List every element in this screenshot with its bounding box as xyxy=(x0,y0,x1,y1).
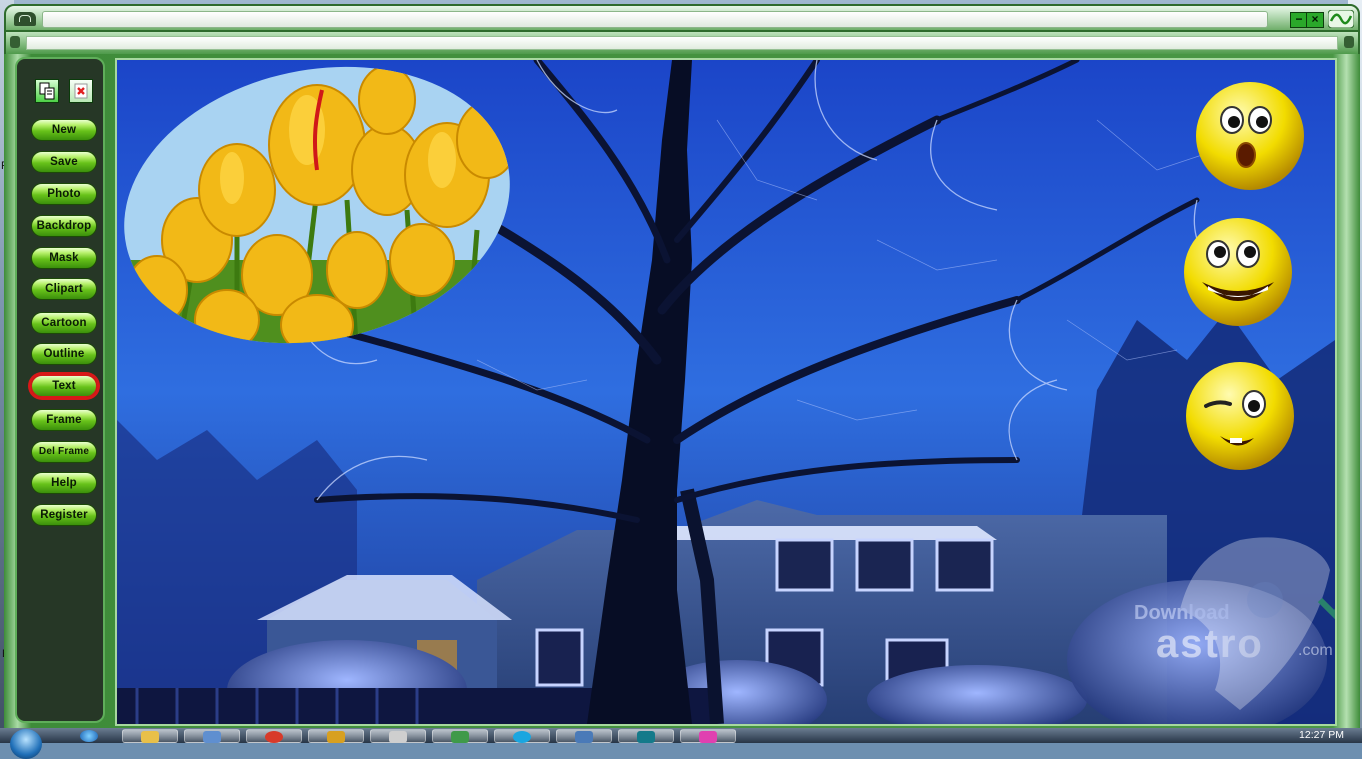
clipart-button[interactable]: Clipart xyxy=(31,278,97,300)
cartoon-button[interactable]: Cartoon xyxy=(31,312,97,334)
strip-knob-left xyxy=(10,36,20,48)
outline-button[interactable]: Outline xyxy=(31,343,97,365)
start-button[interactable] xyxy=(10,729,42,759)
app-icon xyxy=(699,731,717,743)
mask-button[interactable]: Mask xyxy=(31,247,97,269)
help-button[interactable]: Help xyxy=(31,472,97,494)
grinning-smiley-clipart[interactable] xyxy=(1182,216,1294,328)
watermark-line2: astro xyxy=(1156,622,1264,666)
taskbar: 12:27 PM xyxy=(0,728,1362,759)
spreadsheet-icon xyxy=(451,731,469,743)
tool-sidebar: New Save Photo Backdrop Mask Clipart Car… xyxy=(15,57,105,723)
frame-button[interactable]: Frame xyxy=(31,409,97,431)
toolbar-strip xyxy=(4,32,1360,54)
taskbar-app-button[interactable] xyxy=(122,729,178,743)
taskbar-app-button[interactable] xyxy=(680,729,736,743)
app-menu-icon[interactable] xyxy=(14,12,36,26)
app-icon xyxy=(327,731,345,743)
backdrop-button[interactable]: Backdrop xyxy=(31,215,97,237)
taskbar-app-button[interactable] xyxy=(432,729,488,743)
taskbar-app-button[interactable] xyxy=(370,729,426,743)
register-button[interactable]: Register xyxy=(31,504,97,526)
paint-icon xyxy=(389,731,407,743)
del-frame-button[interactable]: Del Frame xyxy=(31,441,97,463)
taskbar-app-button[interactable] xyxy=(308,729,364,743)
taskbar-app-button[interactable] xyxy=(494,729,550,743)
media-icon xyxy=(637,731,655,743)
taskbar-app-button[interactable] xyxy=(246,729,302,743)
photo-button[interactable]: Photo xyxy=(31,183,97,205)
watermark: Download astro .com xyxy=(1120,530,1335,720)
watermark-suffix: .com xyxy=(1298,642,1333,659)
taskbar-clock[interactable]: 12:27 PM xyxy=(1299,729,1344,741)
taskbar-app-button[interactable] xyxy=(184,729,240,743)
title-bar[interactable]: − × xyxy=(4,4,1360,32)
taskbar-app-button[interactable] xyxy=(556,729,612,743)
window-icon xyxy=(203,731,221,743)
close-button[interactable]: × xyxy=(1306,12,1324,28)
text-button[interactable]: Text xyxy=(31,375,97,397)
wave-icon[interactable] xyxy=(1328,10,1354,28)
strip-knob-right xyxy=(1344,36,1354,48)
surprised-smiley-clipart[interactable] xyxy=(1194,80,1306,192)
screen-icon xyxy=(575,731,593,743)
winking-smiley-clipart[interactable] xyxy=(1184,360,1296,472)
toolbar-strip-inner xyxy=(26,36,1338,50)
title-field xyxy=(42,11,1268,28)
browser-icon xyxy=(80,730,98,742)
folder-icon xyxy=(141,731,159,743)
taskbar-app-button[interactable] xyxy=(618,729,674,743)
copy-icon[interactable] xyxy=(35,79,59,103)
save-button[interactable]: Save xyxy=(31,151,97,173)
new-button[interactable]: New xyxy=(31,119,97,141)
chrome-icon xyxy=(265,731,283,743)
skype-icon xyxy=(513,731,531,743)
image-canvas[interactable]: Download astro .com xyxy=(115,58,1337,726)
taskbar-ie-button[interactable] xyxy=(70,729,114,743)
delete-icon[interactable] xyxy=(69,79,93,103)
